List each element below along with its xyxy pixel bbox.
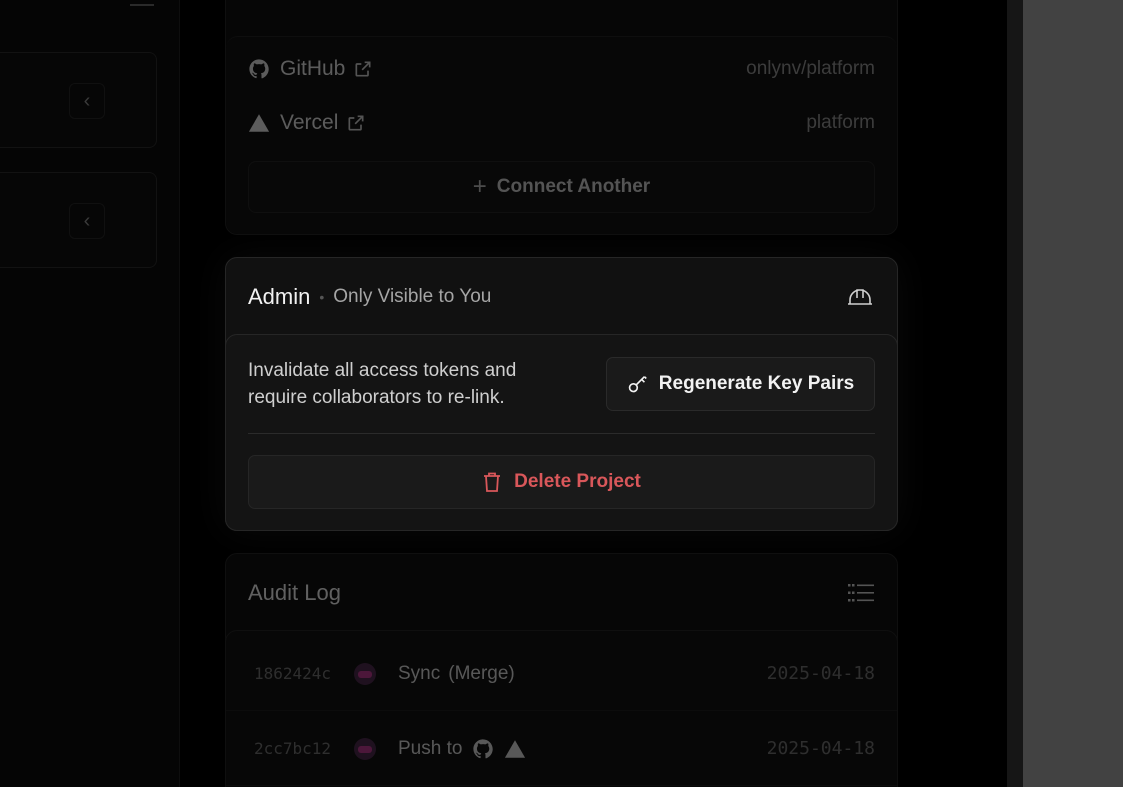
audit-action: Sync [398, 662, 441, 684]
collapsed-panel: ‹ [0, 52, 157, 148]
integration-name: GitHub [280, 57, 346, 80]
menu-icon[interactable] [130, 0, 154, 6]
integration-name: Vercel [280, 111, 339, 134]
description-line: require collaborators to re-link. [248, 387, 505, 408]
audit-action: Push to [398, 737, 463, 759]
integration-row-vercel[interactable]: Vercel platform [248, 108, 875, 138]
admin-header: Admin • Only Visible to You [248, 282, 875, 312]
admin-actions: Invalidate all access tokens and require… [225, 334, 898, 531]
github-icon [473, 738, 494, 758]
vercel-triangle-icon [248, 112, 270, 134]
avatar [354, 662, 376, 685]
audit-detail: (Merge) [448, 662, 515, 684]
audit-list: 1862424c Sync (Merge) 2025-04-18 2cc7bc1… [225, 630, 898, 787]
commit-hash: 1862424c [254, 664, 332, 683]
regenerate-key-pairs-button[interactable]: Regenerate Key Pairs [606, 357, 875, 411]
left-pane: ‹ ‹ [0, 0, 180, 787]
integration-row-github[interactable]: GitHub onlynv/platform [248, 54, 875, 84]
external-link-icon[interactable] [346, 113, 366, 133]
audit-message: Push to [398, 738, 526, 760]
github-icon [248, 58, 270, 80]
key-icon [628, 376, 647, 393]
collapsed-panel: ‹ [0, 172, 157, 268]
trash-icon [484, 472, 501, 492]
audit-row[interactable]: 2cc7bc12 Push to 2025-04-18 [226, 712, 897, 786]
admin-title: Admin [248, 284, 311, 309]
description-line: Invalidate all access tokens and [248, 360, 517, 381]
divider [248, 433, 875, 434]
integration-value: platform [806, 112, 875, 133]
audit-date: 2025-04-18 [766, 663, 875, 684]
hard-hat-icon [848, 289, 872, 305]
connect-another-button[interactable]: + Connect Another [248, 161, 875, 213]
separator-dot: • [319, 289, 325, 305]
audit-row[interactable]: 1862424c Sync (Merge) 2025-04-18 [226, 637, 897, 711]
chevron-left-icon[interactable]: ‹ [69, 203, 105, 239]
admin-description: Invalidate all access tokens and require… [248, 357, 568, 411]
delete-label: Delete Project [514, 471, 641, 492]
integrations-card: GitHub onlynv/platform Vercel platform +… [225, 0, 898, 235]
right-pane [1023, 0, 1123, 787]
scroll-edge [1007, 0, 1023, 787]
admin-card: Admin • Only Visible to You Invalidate a… [225, 257, 898, 531]
connect-another-label: Connect Another [496, 176, 651, 197]
vercel-triangle-icon [505, 739, 526, 758]
admin-subtitle: Only Visible to You [333, 286, 492, 307]
regenerate-label: Regenerate Key Pairs [658, 373, 855, 394]
chevron-left-icon[interactable]: ‹ [69, 83, 105, 119]
audit-title: Audit Log [248, 580, 341, 605]
audit-message: Sync (Merge) [398, 663, 515, 685]
external-link-icon[interactable] [353, 59, 373, 79]
plus-icon: + [472, 173, 487, 200]
list-icon [848, 584, 874, 602]
audit-log-card: Audit Log 1862424c Sync (Merge) 2025-04-… [225, 553, 898, 787]
delete-project-button[interactable]: Delete Project [248, 455, 875, 509]
avatar [354, 737, 376, 760]
commit-hash: 2cc7bc12 [254, 739, 332, 758]
audit-date: 2025-04-18 [766, 738, 875, 759]
audit-header: Audit Log [248, 578, 875, 608]
integration-value: onlynv/platform [746, 58, 875, 79]
